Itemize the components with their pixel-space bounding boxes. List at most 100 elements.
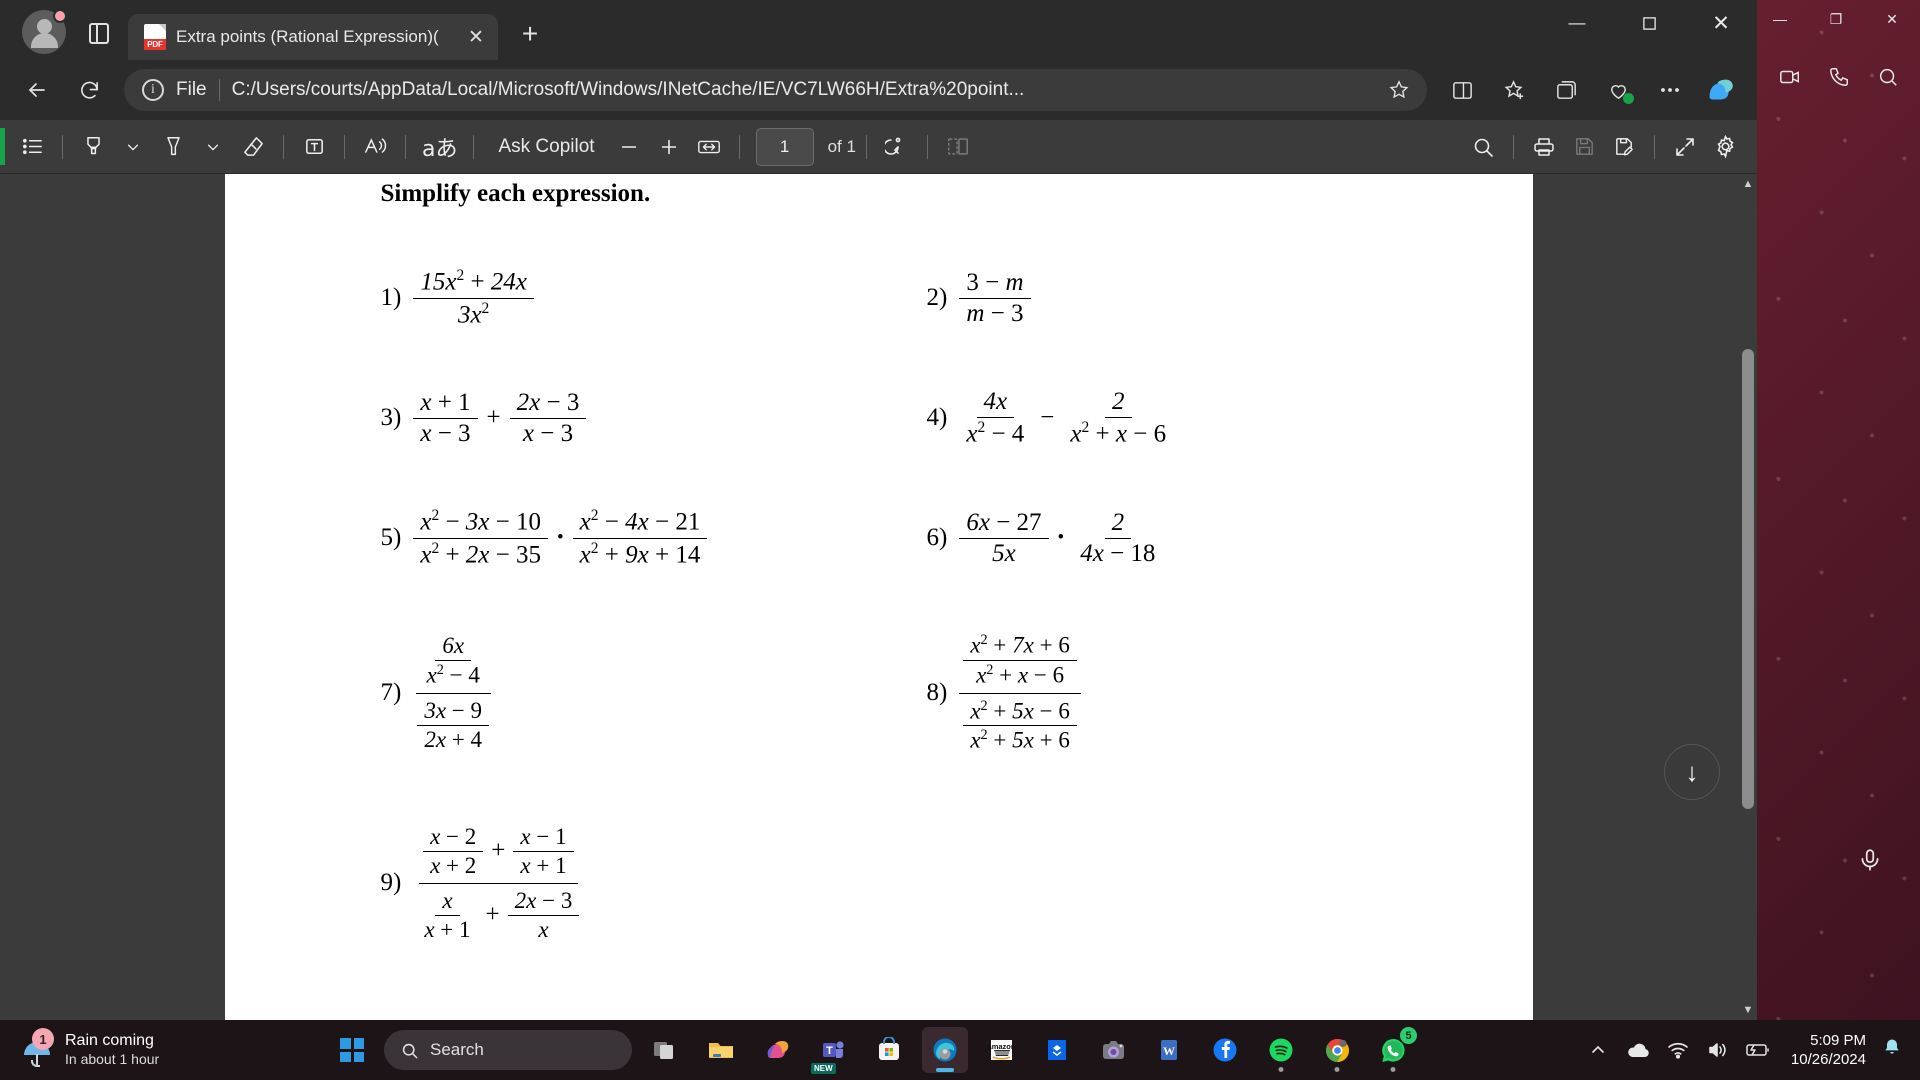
problem-number: 5) bbox=[380, 524, 402, 551]
taskbar-app-camera[interactable] bbox=[1090, 1027, 1136, 1073]
tab-close-button[interactable]: ✕ bbox=[462, 23, 490, 51]
tray-overflow-chevron-up-icon[interactable] bbox=[1585, 1037, 1611, 1063]
onedrive-icon[interactable] bbox=[1625, 1037, 1651, 1063]
taskbar-app-microsoft-edge[interactable] bbox=[922, 1027, 968, 1073]
taskbar-app-microsoft-store[interactable] bbox=[866, 1027, 912, 1073]
copilot-icon[interactable] bbox=[1699, 70, 1743, 110]
windows-logo-icon bbox=[340, 1038, 364, 1062]
clock-time: 5:09 PM bbox=[1810, 1031, 1866, 1049]
taskbar-app-facebook[interactable] bbox=[1202, 1027, 1248, 1073]
url-text: C:/Users/courts/AppData/Local/Microsoft/… bbox=[231, 79, 1025, 100]
taskbar-app-amazon[interactable]: amazon bbox=[978, 1027, 1024, 1073]
taskbar-app-file-explorer[interactable] bbox=[698, 1027, 744, 1073]
problem-item: 3) x + 1 x − 3 + 2x − 3 x − 3 bbox=[381, 358, 917, 478]
search-icon[interactable] bbox=[1463, 127, 1503, 167]
tab-actions-button[interactable] bbox=[80, 14, 118, 52]
problem-item: 5) x2 − 3x − 10 x2 + 2x − 35 • x2 − 4x −… bbox=[381, 478, 917, 598]
taskbar-app-microsoft-word[interactable]: W bbox=[1146, 1027, 1192, 1073]
more-options-icon[interactable] bbox=[1647, 67, 1693, 113]
weather-badge: 1 bbox=[32, 1028, 54, 1050]
svg-text:W: W bbox=[1163, 1044, 1175, 1058]
split-screen-icon[interactable] bbox=[1439, 67, 1485, 113]
browser-essentials-icon[interactable] bbox=[1595, 67, 1641, 113]
battery-icon[interactable] bbox=[1745, 1037, 1771, 1063]
taskbar-app-copilot[interactable] bbox=[754, 1027, 800, 1073]
microphone-icon[interactable] bbox=[1850, 840, 1890, 880]
taskbar-app-microsoft-teams[interactable]: T NEW bbox=[810, 1027, 856, 1074]
table-of-contents-icon[interactable] bbox=[12, 127, 52, 167]
address-input[interactable]: i File C:/Users/courts/AppData/Local/Mic… bbox=[124, 69, 1427, 111]
problem-expression: x − 2 x + 2 + x − 1 x + 1 x x + 1 + 2x −… bbox=[413, 823, 583, 944]
gear-icon[interactable] bbox=[1705, 127, 1745, 167]
pen-chevron-down-icon[interactable] bbox=[193, 127, 233, 167]
clock[interactable]: 5:09 PM 10/26/2024 bbox=[1791, 1031, 1866, 1070]
operator: • bbox=[557, 527, 564, 548]
weather-widget[interactable]: 1 Rain coming In about 1 hour bbox=[0, 1028, 330, 1069]
avatar-body bbox=[30, 33, 58, 48]
info-icon[interactable]: i bbox=[142, 79, 164, 101]
document-scrollbar[interactable]: ▲ ▼ bbox=[1739, 174, 1757, 1020]
wifi-icon[interactable] bbox=[1665, 1037, 1691, 1063]
taskbar-app-google-chrome[interactable] bbox=[1314, 1027, 1360, 1073]
rotate-icon[interactable] bbox=[877, 127, 917, 167]
os-close-button[interactable]: ✕ bbox=[1864, 0, 1920, 38]
page-view-icon[interactable] bbox=[938, 127, 978, 167]
problem-number: 4) bbox=[926, 404, 948, 431]
fraction: 3x − 9 2x + 4 bbox=[417, 697, 490, 754]
taskbar-app-spotify[interactable] bbox=[1258, 1027, 1304, 1073]
pen-icon[interactable] bbox=[153, 127, 193, 167]
complex-denominator: x x + 1 + 2x − 3 x bbox=[413, 884, 583, 944]
zoom-in-button[interactable] bbox=[649, 127, 689, 167]
highlighter-chevron-down-icon[interactable] bbox=[113, 127, 153, 167]
problem-item: 9) x − 2 x + 2 + x − 1 x + 1 x x + 1 + 2… bbox=[381, 788, 917, 978]
scroll-down-button[interactable]: ↓ bbox=[1664, 744, 1720, 800]
minimize-button[interactable]: — bbox=[1541, 0, 1613, 46]
save-icon[interactable] bbox=[1564, 127, 1604, 167]
scroll-down-arrow[interactable]: ▼ bbox=[1739, 1000, 1757, 1020]
maximize-button[interactable] bbox=[1613, 0, 1685, 46]
page-number-input[interactable]: 1 bbox=[755, 127, 814, 166]
problem-expression: 3 − m m − 3 bbox=[959, 268, 1031, 329]
volume-icon[interactable] bbox=[1705, 1037, 1731, 1063]
weather-subtitle: In about 1 hour bbox=[65, 1051, 160, 1068]
search-input[interactable]: Search bbox=[384, 1030, 632, 1070]
eraser-icon[interactable] bbox=[233, 127, 273, 167]
browser-tab[interactable]: PDF Extra points (Rational Expression)( … bbox=[128, 14, 498, 60]
browser-window-controls: — ✕ bbox=[1541, 0, 1757, 46]
problem-number: 7) bbox=[380, 679, 402, 706]
fit-to-width-icon[interactable] bbox=[689, 127, 729, 167]
profile-avatar[interactable] bbox=[22, 9, 67, 54]
os-restore-button[interactable]: ❐ bbox=[1808, 0, 1864, 38]
save-as-icon[interactable] bbox=[1604, 127, 1644, 167]
notification-bell-icon[interactable] bbox=[1882, 1037, 1902, 1063]
new-tab-button[interactable]: + bbox=[510, 14, 550, 54]
taskbar-app-whatsapp[interactable]: 5 bbox=[1370, 1027, 1417, 1073]
close-button[interactable]: ✕ bbox=[1685, 0, 1757, 46]
translate-icon[interactable]: aあ bbox=[416, 127, 463, 167]
clock-date: 10/26/2024 bbox=[1790, 1051, 1866, 1068]
print-icon[interactable] bbox=[1524, 127, 1564, 167]
scrollbar-thumb[interactable] bbox=[1742, 349, 1754, 809]
taskbar-app-task-view[interactable] bbox=[642, 1027, 688, 1073]
problem-expression: 15x2 + 24x 3x2 bbox=[413, 266, 534, 330]
os-minimize-button[interactable]: — bbox=[1752, 0, 1808, 38]
add-text-icon[interactable] bbox=[294, 127, 334, 167]
complex-fraction: x − 2 x + 2 + x − 1 x + 1 x x + 1 + 2x −… bbox=[413, 823, 583, 944]
pdf-page: Simplify each expression. 1) 15x2 + 24x … bbox=[224, 174, 1533, 1020]
pdf-viewport[interactable]: Simplify each expression. 1) 15x2 + 24x … bbox=[0, 174, 1757, 1020]
highlighter-icon[interactable] bbox=[73, 127, 113, 167]
fullscreen-icon[interactable] bbox=[1665, 127, 1705, 167]
scroll-up-arrow[interactable]: ▲ bbox=[1739, 174, 1757, 194]
start-button[interactable] bbox=[330, 1028, 374, 1072]
split-panel-icon bbox=[89, 22, 109, 44]
ask-copilot-button[interactable]: Ask Copilot bbox=[484, 127, 608, 167]
taskbar-app-dropbox[interactable] bbox=[1034, 1027, 1080, 1073]
zoom-out-button[interactable] bbox=[609, 127, 649, 167]
favorites-icon[interactable] bbox=[1491, 67, 1537, 113]
bookmark-star-icon[interactable] bbox=[1381, 72, 1417, 108]
read-aloud-icon[interactable] bbox=[355, 127, 395, 167]
collections-icon[interactable] bbox=[1543, 67, 1589, 113]
reload-button[interactable] bbox=[66, 67, 112, 113]
back-button[interactable] bbox=[14, 67, 60, 113]
problem-expression: 4x x2 − 4 − 2 x2 + x − 6 bbox=[959, 387, 1173, 449]
